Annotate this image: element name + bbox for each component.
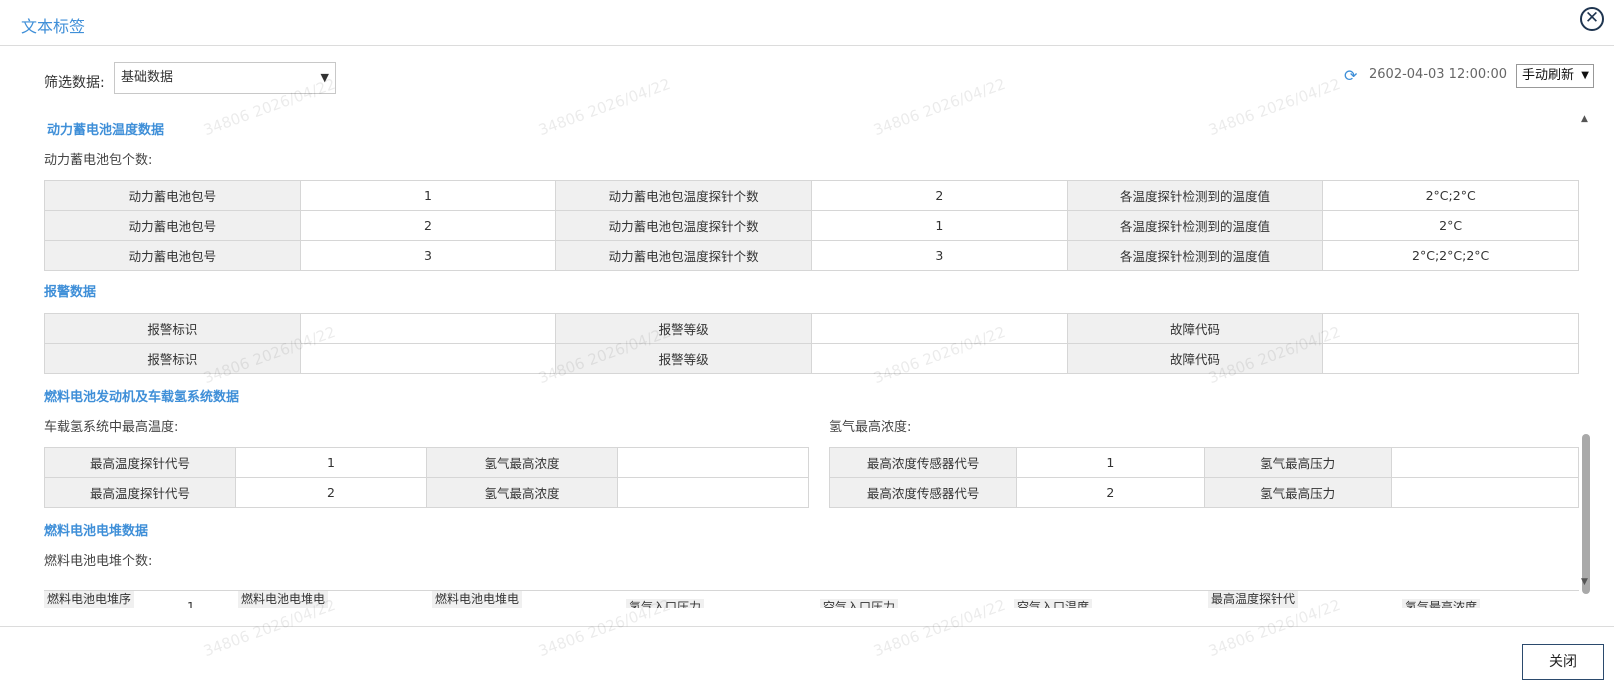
table-value-cell: 1 (810, 210, 1068, 241)
hydrogen-max-concentration-label: 氢气最高浓度: (829, 420, 912, 435)
table-key-cell: 各温度探针检测到的温度值 (1066, 210, 1324, 241)
table-value-cell: 3 (810, 240, 1068, 271)
table-key-cell: 氢气最高压力 (1203, 477, 1392, 508)
battery-pack-count-label: 动力蓄电池包个数: (44, 153, 153, 168)
refresh-mode-value: 手动刷新 (1522, 68, 1575, 83)
section-title-battery-temp: 动力蓄电池温度数据 (47, 123, 165, 138)
table-row: 动力蓄电池包号 3 动力蓄电池包温度探针个数 3 各温度探针检测到的温度值 2°C;2°C… (44, 240, 1579, 271)
table-value-cell (299, 313, 557, 344)
table-key-cell: 报警标识 (44, 343, 301, 374)
table-cell: 空气入口压力 (820, 599, 899, 608)
close-button[interactable]: 关闭 (1522, 644, 1604, 680)
table-key-cell: 动力蓄电池包号 (44, 210, 301, 241)
table-value-cell: 2 (810, 180, 1068, 211)
dialog-footer: 34806 2026/04/22 34806 2026/04/22 34806 … (0, 596, 1614, 690)
table-cell: 燃料电池电堆序 (44, 591, 135, 608)
fuel-cell-stack-count-label: 燃料电池电堆个数: (44, 554, 153, 569)
table-key-cell: 动力蓄电池包号 (44, 240, 301, 271)
filter-select-value: 基础数据 (121, 70, 174, 85)
table-value-cell: 3 (299, 240, 557, 271)
table-value-cell: 2°C;2°C (1322, 180, 1579, 211)
refresh-icon[interactable]: ⟳ (1344, 66, 1357, 85)
section-title-alarm: 报警数据 (44, 285, 97, 300)
section-title-fuel-cell-stack: 燃料电池电堆数据 (44, 524, 149, 539)
table-row: 最高温度探针代号 1 氢气最高浓度 (44, 447, 809, 478)
table-value-cell (1390, 447, 1580, 478)
table-key-cell: 各温度探针检测到的温度值 (1066, 240, 1324, 271)
filter-select[interactable]: 基础数据 ▼ (114, 62, 336, 94)
table-value-cell (1322, 313, 1579, 344)
table-row: 最高浓度传感器代号 2 氢气最高压力 (828, 477, 1580, 508)
vertical-scrollbar[interactable]: ▲ ▼ (1581, 114, 1591, 596)
chevron-down-icon: ▼ (1581, 70, 1589, 81)
table-value-cell (1322, 343, 1579, 374)
table-key-cell: 各温度探针检测到的温度值 (1066, 180, 1324, 211)
table-value-cell (810, 313, 1068, 344)
table-row: 最高浓度传感器代号 1 氢气最高压力 (828, 447, 1580, 478)
table-key-cell: 最高浓度传感器代号 (828, 447, 1018, 478)
table-value-cell (617, 477, 809, 508)
table-key-cell: 动力蓄电池包温度探针个数 (555, 240, 812, 271)
battery-temp-table: 动力蓄电池包号 1 动力蓄电池包温度探针个数 2 各温度探针检测到的温度值 2°C;2°C… (44, 180, 1579, 271)
table-row: 动力蓄电池包号 2 动力蓄电池包温度探针个数 1 各温度探针检测到的温度值 2°C (44, 210, 1579, 241)
refresh-mode-select[interactable]: 手动刷新 ▼ (1516, 64, 1594, 88)
hydrogen-max-temp-label: 车载氢系统中最高温度: (44, 420, 179, 435)
table-value-cell: 1 (1016, 447, 1205, 478)
table-row: 动力蓄电池包号 1 动力蓄电池包温度探针个数 2 各温度探针检测到的温度值 2°C;2°C (44, 180, 1579, 211)
table-key-cell: 氢气最高浓度 (426, 447, 618, 478)
table-value-cell (299, 343, 557, 374)
table-value-cell (617, 447, 809, 478)
table-key-cell: 动力蓄电池包温度探针个数 (555, 210, 812, 241)
table-key-cell: 报警等级 (555, 313, 812, 344)
table-value-cell (810, 343, 1068, 374)
table-cell: 空气入口温度 (1014, 599, 1093, 608)
table-key-cell: 报警等级 (555, 343, 812, 374)
fuel-cell-stack-table-partial: 燃料电池电堆序 1 燃料电池电堆电 燃料电池电堆电 氢气入口压力 空气入口压力 … (44, 590, 1579, 608)
watermark: 34806 2026/04/22 (1206, 74, 1343, 140)
table-value-cell: 1 (299, 180, 557, 211)
watermark: 34806 2026/04/22 (871, 74, 1008, 140)
dialog-header: 文本标签 ✕ (0, 0, 1614, 46)
watermark: 34806 2026/04/22 (536, 74, 673, 140)
table-key-cell: 故障代码 (1066, 313, 1324, 344)
table-row: 报警标识 报警等级 故障代码 (44, 343, 1579, 374)
scroll-down-icon[interactable]: ▼ (1581, 577, 1588, 587)
filter-label: 筛选数据: (44, 75, 105, 91)
table-value-cell: 2 (299, 210, 557, 241)
table-value-cell: 1 (235, 447, 427, 478)
table-key-cell: 报警标识 (44, 313, 301, 344)
table-key-cell: 故障代码 (1066, 343, 1324, 374)
table-cell: 氢气最高浓度 (1402, 599, 1481, 608)
table-value-cell: 2°C;2°C;2°C (1322, 240, 1579, 271)
table-key-cell: 最高温度探针代号 (44, 477, 236, 508)
refresh-timestamp: 2602-04-03 12:00:00 (1369, 67, 1508, 82)
chevron-down-icon: ▼ (320, 71, 329, 84)
table-cell: 燃料电池电堆电 (432, 591, 523, 608)
table-key-cell: 动力蓄电池包号 (44, 180, 301, 211)
table-cell: 1 (187, 600, 195, 608)
table-key-cell: 动力蓄电池包温度探针个数 (555, 180, 812, 211)
scrollbar-thumb[interactable] (1582, 434, 1590, 594)
scroll-up-icon[interactable]: ▲ (1581, 114, 1588, 124)
table-cell: 最高温度探针代 (1208, 591, 1299, 608)
section-title-fuel-cell-engine: 燃料电池发动机及车载氢系统数据 (44, 390, 240, 405)
table-value-cell: 2°C (1322, 210, 1579, 241)
table-cell: 燃料电池电堆电 (238, 591, 329, 608)
table-key-cell: 最高浓度传感器代号 (828, 477, 1018, 508)
alarm-table: 报警标识 报警等级 故障代码 报警标识 报警等级 故障代码 (44, 313, 1579, 374)
table-row: 最高温度探针代号 2 氢气最高浓度 (44, 477, 809, 508)
table-row: 报警标识 报警等级 故障代码 (44, 313, 1579, 344)
table-value-cell: 2 (235, 477, 427, 508)
table-key-cell: 最高温度探针代号 (44, 447, 236, 478)
table-key-cell: 氢气最高浓度 (426, 477, 618, 508)
dialog-title: 文本标签 (21, 17, 86, 36)
close-circle-icon[interactable]: ✕ (1580, 7, 1604, 31)
table-value-cell (1390, 477, 1580, 508)
table-cell: 氢气入口压力 (626, 599, 705, 608)
hydrogen-concentration-table: 最高浓度传感器代号 1 氢气最高压力 最高浓度传感器代号 2 氢气最高压力 (828, 447, 1580, 508)
table-key-cell: 氢气最高压力 (1203, 447, 1392, 478)
hydrogen-temp-table: 最高温度探针代号 1 氢气最高浓度 最高温度探针代号 2 氢气最高浓度 (44, 447, 809, 508)
dialog-body: 筛选数据: 基础数据 ▼ ⟳ 2602-04-03 12:00:00 手动刷新 … (0, 46, 1614, 626)
table-value-cell: 2 (1016, 477, 1205, 508)
